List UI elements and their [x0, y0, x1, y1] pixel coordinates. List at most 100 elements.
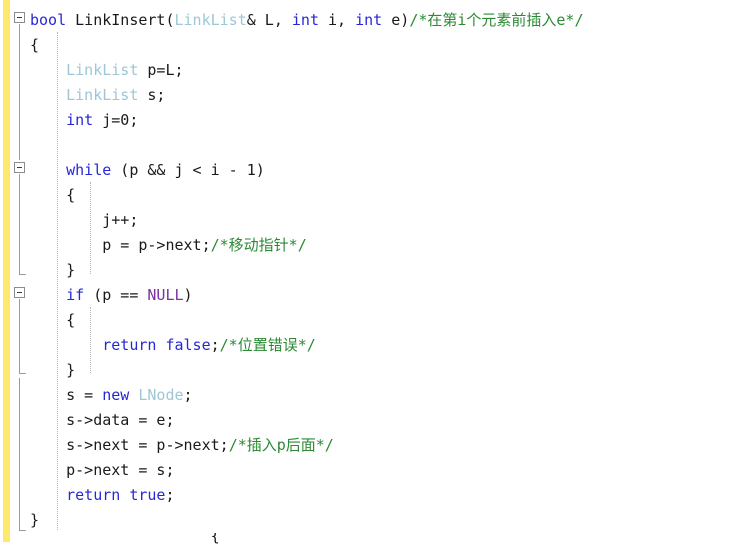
code-keyword-token: if — [66, 286, 85, 304]
code-line[interactable]: { — [30, 308, 746, 333]
code-comment-token: /*插入p后面*/ — [228, 436, 334, 454]
fold-toggle-function-block[interactable] — [14, 12, 25, 23]
code-brace-token: { — [66, 186, 76, 204]
code-line[interactable]: } — [30, 358, 746, 383]
code-text-token: & L, — [246, 11, 292, 29]
code-keyword-token: return — [102, 336, 157, 354]
code-line[interactable]: s->data = e; — [30, 408, 746, 433]
code-keyword-token: return — [66, 486, 121, 504]
code-text-token: s; — [138, 86, 166, 104]
code-line[interactable]: j++; — [30, 208, 746, 233]
code-text-token: LinkInsert — [75, 11, 166, 29]
code-type-token: LNode — [138, 386, 184, 404]
code-macro-token: NULL — [147, 286, 184, 304]
code-keyword-token: while — [66, 161, 112, 179]
code-text-token: i, — [319, 11, 356, 29]
code-brace-token: } — [66, 361, 76, 379]
code-line[interactable]: return false;/*位置错误*/ — [30, 333, 746, 358]
code-brace-token: } — [66, 261, 76, 279]
code-line[interactable]: { — [30, 183, 746, 208]
code-text-token: (p == — [84, 286, 148, 304]
code-line-partial-bottom: { — [30, 533, 746, 545]
code-keyword-token: true — [129, 486, 166, 504]
code-comment-token: ***************** — [30, 0, 328, 8]
code-line[interactable]: if (p == NULL) — [30, 283, 746, 308]
code-comment-token: /*移动指针*/ — [210, 236, 307, 254]
code-text-token: j++; — [102, 211, 139, 229]
code-line[interactable]: } — [30, 258, 746, 283]
code-editor[interactable]: *****************bool LinkInsert(LinkLis… — [0, 0, 746, 545]
code-text-token: (p && j < i - 1) — [111, 161, 265, 179]
fold-tracking-line-if — [19, 299, 20, 373]
fold-end-tick-while — [19, 274, 26, 275]
code-keyword-token: int — [291, 11, 319, 29]
code-line[interactable]: { — [30, 33, 746, 58]
code-text-token: s->data = e; — [66, 411, 175, 429]
fold-toggle-while-block[interactable] — [14, 162, 25, 173]
fold-toggle-if-block[interactable] — [14, 287, 25, 298]
code-type-token: LinkList — [174, 11, 247, 29]
code-text-token: p->next = s; — [66, 461, 175, 479]
code-text-token: s->next = p->next; — [66, 436, 229, 454]
code-keyword-token: false — [165, 336, 211, 354]
code-text-token: p = p->next; — [102, 236, 211, 254]
code-line[interactable]: p->next = s; — [30, 458, 746, 483]
code-brace-token: { — [30, 36, 40, 54]
code-text-area[interactable]: *****************bool LinkInsert(LinkLis… — [30, 0, 746, 545]
code-line-partial-top: ***************** — [30, 0, 746, 8]
code-type-token: LinkList — [66, 61, 139, 79]
code-line[interactable]: LinkList s; — [30, 83, 746, 108]
code-comment-token: /*位置错误*/ — [219, 336, 316, 354]
code-line[interactable]: p = p->next;/*移动指针*/ — [30, 233, 746, 258]
code-line[interactable]: } — [30, 508, 746, 533]
fold-tracking-line-function-tail — [19, 378, 20, 530]
modified-lines-change-bar — [3, 0, 10, 542]
fold-end-tick-if — [19, 373, 26, 374]
code-keyword-token: new — [102, 386, 130, 404]
fold-tracking-line-while — [19, 174, 20, 274]
code-line[interactable] — [30, 133, 746, 158]
code-line[interactable]: s = new LNode; — [30, 383, 746, 408]
code-brace-token: { — [30, 533, 220, 545]
code-text-token: ; — [165, 486, 175, 504]
code-keyword-token: bool — [30, 11, 67, 29]
code-line[interactable]: LinkList p=L; — [30, 58, 746, 83]
code-text-token: ; — [210, 336, 220, 354]
code-keyword-token: int — [66, 111, 94, 129]
code-line[interactable]: s->next = p->next;/*插入p后面*/ — [30, 433, 746, 458]
code-line[interactable]: int j=0; — [30, 108, 746, 133]
fold-end-tick-function — [19, 530, 26, 531]
code-comment-token: /*在第i个元素前插入e*/ — [409, 11, 584, 29]
fold-tracking-line-function — [19, 24, 20, 160]
code-brace-token: { — [66, 311, 76, 329]
code-text-token: p=L; — [138, 61, 184, 79]
code-line[interactable]: return true; — [30, 483, 746, 508]
code-line[interactable]: bool LinkInsert(LinkList& L, int i, int … — [30, 8, 746, 33]
code-type-token: LinkList — [66, 86, 139, 104]
code-brace-token: } — [30, 511, 40, 529]
code-line[interactable]: while (p && j < i - 1) — [30, 158, 746, 183]
code-folding-margin[interactable] — [10, 0, 30, 542]
code-text-token: ) — [183, 286, 193, 304]
code-text-token: ; — [183, 386, 193, 404]
code-text-token: j=0; — [93, 111, 139, 129]
